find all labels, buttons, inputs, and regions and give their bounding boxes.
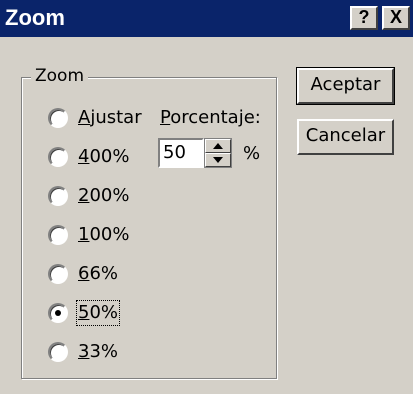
radio-button[interactable] xyxy=(48,186,68,206)
title-bar: Zoom ? X xyxy=(0,0,413,37)
radio-button[interactable] xyxy=(48,225,68,245)
radio-label: 100% xyxy=(78,224,130,245)
radio-option-50[interactable]: 50% xyxy=(48,300,121,326)
arrow-down-icon xyxy=(213,157,223,163)
spin-down-button[interactable] xyxy=(205,153,231,167)
radio-option-ajustar[interactable]: Ajustar xyxy=(48,105,142,131)
accept-button[interactable]: Aceptar xyxy=(296,67,395,105)
percentage-input[interactable]: 50 xyxy=(158,138,204,168)
percent-unit-label: % xyxy=(243,143,261,164)
radio-button[interactable] xyxy=(48,108,68,128)
radio-label: Ajustar xyxy=(78,107,142,128)
radio-label: 50% xyxy=(75,300,121,326)
radio-option-100[interactable]: 100% xyxy=(48,222,129,248)
cancel-button[interactable]: Cancelar xyxy=(297,119,394,155)
radio-label: 66% xyxy=(78,263,119,284)
radio-button[interactable] xyxy=(48,342,68,362)
radio-button[interactable] xyxy=(48,147,68,167)
radio-option-33[interactable]: 33% xyxy=(48,339,118,365)
radio-label: 200% xyxy=(78,185,130,206)
radio-label: 33% xyxy=(78,341,119,362)
radio-label: 400% xyxy=(78,146,130,167)
percentage-spinner[interactable] xyxy=(204,138,232,168)
zoom-group-legend: Zoom xyxy=(31,66,89,86)
radio-button[interactable] xyxy=(48,264,68,284)
radio-selected-dot xyxy=(55,310,61,316)
radio-option-400[interactable]: 400% xyxy=(48,144,129,170)
zoom-dialog: Zoom ? X Zoom Ajustar 400% 200% 100% 66%… xyxy=(0,0,413,394)
window-title: Zoom xyxy=(5,5,65,30)
percentage-label: Porcentaje: xyxy=(160,107,261,128)
help-button[interactable]: ? xyxy=(350,6,378,30)
radio-option-200[interactable]: 200% xyxy=(48,183,129,209)
radio-button-selected[interactable] xyxy=(48,303,68,323)
spin-up-button[interactable] xyxy=(205,139,231,153)
arrow-up-icon xyxy=(213,143,223,149)
radio-option-66[interactable]: 66% xyxy=(48,261,118,287)
close-button[interactable]: X xyxy=(382,6,410,30)
